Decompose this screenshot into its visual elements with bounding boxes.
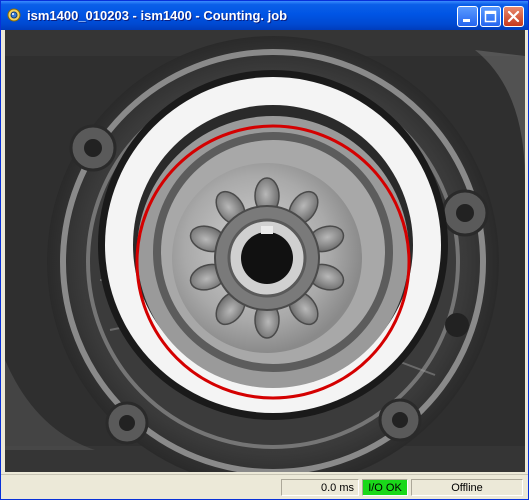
close-button[interactable] [503,6,524,27]
processing-time: 0.0 ms [281,479,359,496]
title-bar[interactable]: ism1400_010203 - ism1400 - Counting. job [1,1,528,30]
minimize-button[interactable] [457,6,478,27]
maximize-icon [484,10,497,23]
window-title: ism1400_010203 - ism1400 - Counting. job [27,8,288,23]
minimize-icon [463,19,470,22]
connection-status: Offline [411,479,523,496]
maximize-button[interactable] [480,6,501,27]
io-status-badge: I/O OK [362,479,408,496]
close-icon [507,10,520,23]
shaft-bore [241,232,293,284]
camera-image [5,30,525,472]
status-bar: 0.0 ms I/O OK Offline [1,474,528,499]
inspection-window: ism1400_010203 - ism1400 - Counting. job [0,0,529,500]
camera-image-view[interactable] [5,30,525,472]
camera-icon[interactable] [7,8,21,22]
